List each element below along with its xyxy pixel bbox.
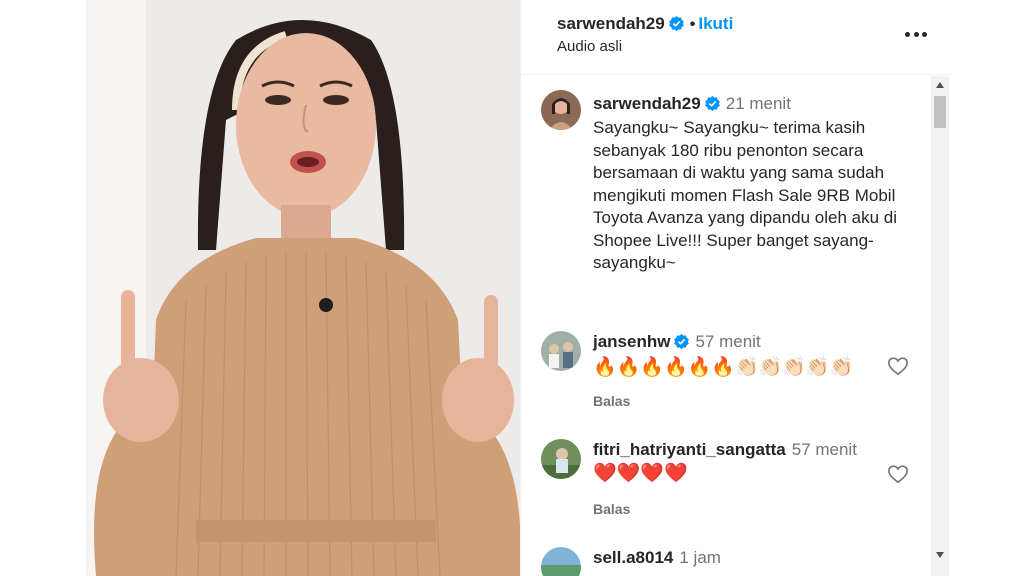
comment-username[interactable]: jansenhw — [593, 332, 670, 351]
comment-avatar[interactable] — [541, 547, 581, 576]
comment-avatar[interactable] — [541, 439, 581, 479]
comments-scroll-area[interactable]: sarwendah29 21 menit Sayangku~ Sayangku~ … — [521, 76, 931, 576]
like-heart-icon[interactable] — [887, 355, 909, 377]
comment-body: fitri_hatriyanti_sangatta 57 menit ❤️❤️❤️… — [593, 439, 883, 487]
caption-time: 21 menit — [725, 94, 791, 113]
scrollbar-thumb[interactable] — [934, 96, 946, 128]
follow-button[interactable]: Ikuti — [698, 14, 733, 33]
audio-label[interactable]: Audio asli — [557, 38, 622, 55]
comment-username[interactable]: sell.a8014 — [593, 548, 673, 567]
reel-video[interactable] — [86, 0, 520, 576]
header-separator: • — [689, 16, 696, 33]
caption-text: Sayangku~ Sayangku~ terima kasih sebanya… — [593, 118, 898, 272]
comment-time: 57 menit — [791, 440, 857, 459]
reply-button[interactable]: Balas — [593, 393, 630, 409]
caption-avatar[interactable] — [541, 90, 581, 130]
comment-time: 57 menit — [695, 332, 761, 351]
verified-badge-icon — [674, 333, 690, 355]
comment-avatar[interactable] — [541, 331, 581, 371]
verified-badge-icon — [704, 95, 720, 117]
comment-body: sell.a8014 1 jam — [593, 547, 883, 569]
reply-button[interactable]: Balas — [593, 501, 630, 517]
scroll-down-arrow-icon[interactable] — [936, 552, 944, 558]
caption-username[interactable]: sarwendah29 — [593, 94, 701, 113]
comment-body: jansenhw 57 menit 🔥🔥🔥🔥🔥🔥👏🏻👏🏻👏🏻👏🏻👏🏻 — [593, 331, 883, 381]
video-frame-illustration — [86, 0, 520, 576]
header-user-line: sarwendah29 • Ikuti — [557, 14, 733, 36]
comment-username[interactable]: fitri_hatriyanti_sangatta — [593, 440, 786, 459]
instagram-reel-view: sarwendah29 • Ikuti Audio asli sarwendah29… — [0, 0, 1024, 576]
vertical-scrollbar[interactable] — [931, 76, 949, 576]
like-heart-icon[interactable] — [887, 463, 909, 485]
caption: sarwendah29 21 menit Sayangku~ Sayangku~ … — [593, 93, 921, 275]
scroll-up-arrow-icon[interactable] — [936, 82, 944, 88]
more-horizontal-icon[interactable] — [905, 22, 927, 46]
header-username[interactable]: sarwendah29 — [557, 14, 665, 33]
comment-text: 🔥🔥🔥🔥🔥🔥👏🏻👏🏻👏🏻👏🏻👏🏻 — [593, 357, 854, 378]
post-header: sarwendah29 • Ikuti Audio asli — [521, 0, 951, 75]
comment-text: ❤️❤️❤️❤️ — [593, 463, 688, 484]
post-sidebar: sarwendah29 • Ikuti Audio asli sarwendah29… — [520, 0, 951, 576]
comment-time: 1 jam — [679, 548, 721, 567]
verified-badge-icon — [668, 16, 684, 36]
